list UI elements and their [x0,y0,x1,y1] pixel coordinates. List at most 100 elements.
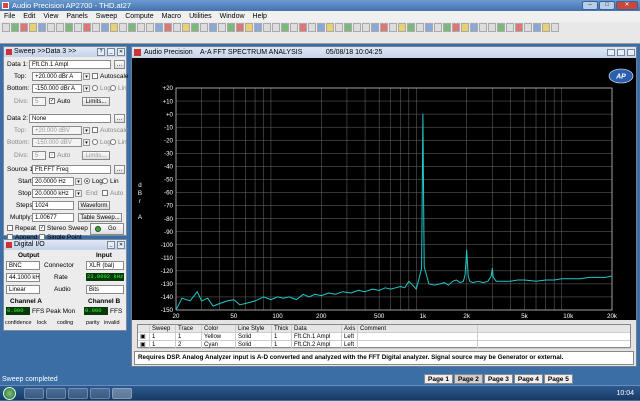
toolbar-button[interactable] [461,23,469,32]
plot-area[interactable]: +20 +10 +0 -10 -20 -30 -40 -50 -60 -70 -80 -90 -100 -… [132,58,636,326]
tab-page-1[interactable]: Page 1 [424,374,453,384]
table-cell[interactable]: Cyan [202,341,236,348]
row-checkbox[interactable]: ▣ [138,341,150,348]
toolbar-button[interactable] [245,23,253,32]
toolbar-button[interactable] [65,23,73,32]
data1-autoscale-checkbox[interactable] [92,73,98,79]
toolbar-button[interactable] [110,23,118,32]
toolbar-button[interactable] [11,23,19,32]
toolbar-button[interactable] [533,23,541,32]
menu-window[interactable]: Window [220,11,245,22]
data1-lin-radio[interactable] [110,85,116,91]
menu-macro[interactable]: Macro [162,11,181,22]
toolbar-button[interactable] [497,23,505,32]
toolbar-button[interactable] [263,23,271,32]
input-audio-select[interactable]: Bits [86,285,124,294]
toolbar-button[interactable] [218,23,226,32]
menu-help[interactable]: Help [253,11,267,22]
data1-browse-button[interactable]: … [114,60,125,69]
stop-field[interactable]: 20.0000 kHz [32,189,74,198]
menu-compute[interactable]: Compute [125,11,153,22]
go-button[interactable]: Go [90,223,124,235]
tab-page-4[interactable]: Page 4 [513,374,543,384]
menu-file[interactable]: File [4,11,15,22]
panel-minimize-icon[interactable]: _ [107,48,115,56]
toolbar-button[interactable] [380,23,388,32]
panel-close-icon[interactable]: ✕ [117,48,125,56]
toolbar-button[interactable] [272,23,280,32]
taskbar-app-icon[interactable] [68,388,88,399]
tab-page-2[interactable]: Page 2 [453,374,483,384]
toolbar-button[interactable] [2,23,10,32]
taskbar-app-icon[interactable] [90,388,110,399]
data2-lin-radio[interactable] [110,139,116,145]
toolbar-button[interactable] [425,23,433,32]
data1-top-field[interactable]: +20.000 dBr A [32,72,82,81]
data2-bottom-field[interactable]: -150.000 dBV [32,138,82,147]
source-log-radio[interactable] [84,178,90,184]
data1-log-radio[interactable] [92,85,98,91]
toolbar-button[interactable] [101,23,109,32]
steps-field[interactable]: 1024 [32,201,74,210]
toolbar-button[interactable] [542,23,550,32]
toolbar-button[interactable] [389,23,397,32]
source-auto-checkbox[interactable] [102,190,108,196]
toolbar-button[interactable] [398,23,406,32]
maximize-button[interactable]: □ [599,1,615,10]
data1-limits-button[interactable]: Limits... [82,97,110,106]
toolbar-button[interactable] [83,23,91,32]
data1-bottom-field[interactable]: -150.000 dBr A [32,84,82,93]
toolbar-button[interactable] [290,23,298,32]
taskbar-ap-app-icon[interactable] [112,388,132,399]
table-row[interactable]: ▣ 1 1 Yellow Solid 1 Fft.Ch.1 Ampl Left [138,333,630,341]
stop-unit-dropdown[interactable]: ▾ [75,190,82,197]
table-cell[interactable]: Yellow [202,333,236,340]
toolbar-button[interactable] [506,23,514,32]
table-cell[interactable]: 1 [272,341,292,348]
graph-maximize-icon[interactable] [617,49,625,56]
toolbar-button[interactable] [227,23,235,32]
output-rate-field[interactable]: 44.1000 kHz [6,273,40,282]
start-field[interactable]: 20.0000 Hz [32,177,74,186]
toolbar-button[interactable] [371,23,379,32]
toolbar-button[interactable] [488,23,496,32]
graph-minimize-icon[interactable] [607,49,615,56]
toolbar-button[interactable] [209,23,217,32]
input-connector-select[interactable]: XLR (bal) [86,261,124,270]
start-button[interactable] [3,387,16,400]
toolbar-button[interactable] [38,23,46,32]
repeat-checkbox[interactable] [7,225,13,231]
data2-top-field[interactable]: +20.000 dBV [32,126,82,135]
toolbar-button[interactable] [416,23,424,32]
toolbar-button[interactable] [362,23,370,32]
data2-field[interactable]: None [29,114,111,123]
data1-divs-field[interactable]: 5 [32,97,46,106]
toolbar-button[interactable] [164,23,172,32]
toolbar-button[interactable] [470,23,478,32]
tab-page-5[interactable]: Page 5 [543,374,573,384]
toolbar-button[interactable] [551,23,559,32]
data2-browse-button[interactable]: … [114,114,125,123]
toolbar-button[interactable] [326,23,334,32]
toolbar-button[interactable] [74,23,82,32]
graph-close-icon[interactable] [627,49,635,56]
toolbar-button[interactable] [47,23,55,32]
data2-top-unit-dropdown[interactable]: ▾ [83,127,90,134]
source1-browse-button[interactable]: … [114,165,125,174]
data2-limits-button[interactable]: Limits... [82,151,110,160]
data2-autoscale-checkbox[interactable] [92,127,98,133]
toolbar-button[interactable] [524,23,532,32]
toolbar-button[interactable] [254,23,262,32]
toolbar-button[interactable] [299,23,307,32]
data1-bottom-unit-dropdown[interactable]: ▾ [83,85,90,92]
toolbar-button[interactable] [443,23,451,32]
taskbar-app-icon[interactable] [24,388,44,399]
row-checkbox[interactable]: ▣ [138,333,150,340]
toolbar-button[interactable] [452,23,460,32]
toolbar-button[interactable] [191,23,199,32]
toolbar-button[interactable] [407,23,415,32]
toolbar-button[interactable] [317,23,325,32]
data1-auto-checkbox[interactable]: ✓ [49,98,55,104]
menu-edit[interactable]: Edit [23,11,35,22]
source1-field[interactable]: Fft.FFT Freq [32,165,111,174]
